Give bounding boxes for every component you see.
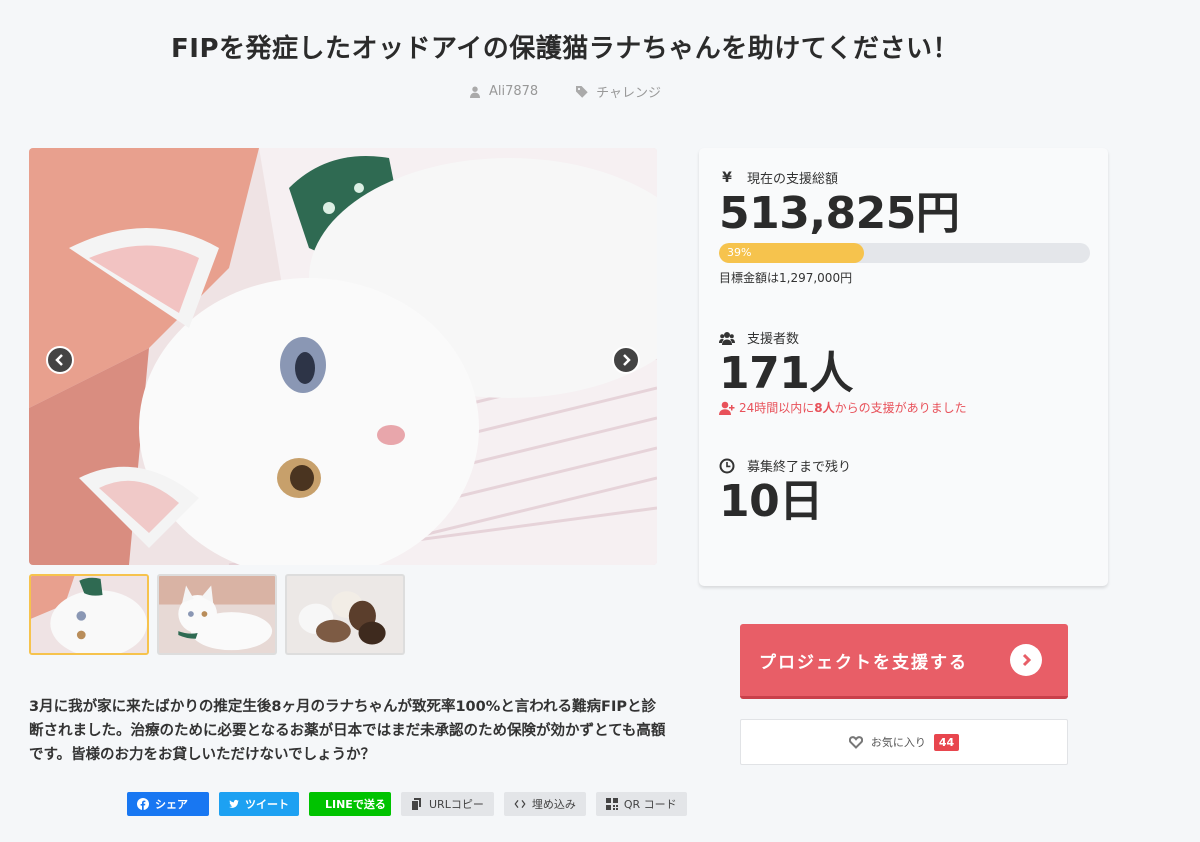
next-photo-button[interactable] [612, 346, 640, 374]
qr-code-button[interactable]: QR コード [595, 792, 687, 816]
supporters-label: 支援者数 [747, 332, 800, 347]
twitter-share-button[interactable]: ツイート [219, 792, 299, 816]
remaining-label: 募集終了まで残り [747, 460, 852, 475]
facebook-share-button[interactable]: シェア [127, 792, 209, 816]
chevron-left-icon [55, 354, 63, 366]
thumbnail-1[interactable] [29, 574, 149, 655]
project-meta: Ali7878 チャレンジ [0, 82, 1130, 101]
clock-icon [719, 458, 735, 473]
code-icon [514, 800, 526, 808]
line-share-label: LINEで送る [325, 798, 386, 811]
funding-progress-fill: 39% [719, 243, 864, 263]
facebook-share-label: シェア [155, 798, 188, 811]
twitter-share-label: ツイート [245, 798, 289, 811]
user-plus-icon [719, 401, 735, 415]
embed-label: 埋め込み [531, 798, 576, 811]
heart-icon [848, 736, 863, 749]
favorite-button[interactable]: お気に入り 44 [740, 719, 1068, 765]
project-summary: 3月に我が家に来たばかりの推定生後8ヶ月のラナちゃんが致死率100%と言われる難… [29, 699, 666, 763]
support-project-label: プロジェクトを支援する [759, 652, 968, 673]
category-link[interactable]: チャレンジ [576, 82, 661, 101]
category-name: チャレンジ [596, 86, 662, 101]
remaining-label-row: 募集終了まで残り [719, 456, 1088, 475]
goal-amount: 目標金額は1,297,000円 [719, 271, 853, 285]
recent-prefix: 24時間以内に [739, 401, 815, 415]
embed-button[interactable]: 埋め込み [503, 792, 586, 816]
supporters-value: 171人 [719, 348, 853, 399]
chevron-right-circle-icon [1010, 644, 1042, 676]
funding-stats-card: ¥ 現在の支援総額 513,825円 39% 目標金額は1,297,000円 支… [699, 148, 1108, 586]
tag-icon [576, 85, 588, 98]
users-icon [719, 331, 735, 345]
qr-code-label: QR コード [623, 798, 677, 811]
url-copy-label: URLコピー [429, 798, 484, 811]
share-buttons: シェア ツイート LINEで送る URLコピー 埋め込み QR コード [127, 792, 687, 816]
author-name: Ali7878 [488, 84, 539, 99]
funding-progress-bar: 39% [719, 243, 1090, 263]
user-icon [469, 86, 480, 98]
cat-photo-thumb-1 [31, 576, 147, 653]
favorite-label: お気に入り [870, 736, 926, 749]
facebook-icon [137, 798, 149, 810]
chevron-right-icon [623, 354, 631, 366]
url-copy-button[interactable]: URLコピー [401, 792, 494, 816]
amount-label: 現在の支援総額 [747, 172, 839, 187]
qr-code-icon [605, 798, 618, 810]
cat-photo-main [29, 148, 657, 565]
main-photo [29, 148, 657, 565]
copy-icon [412, 798, 421, 810]
thumbnail-3[interactable] [285, 574, 405, 655]
thumbnail-2[interactable] [157, 574, 277, 655]
twitter-icon [229, 799, 239, 808]
cat-photo-thumb-2 [159, 576, 275, 653]
recent-count: 8人 [814, 401, 835, 415]
line-share-button[interactable]: LINEで送る [309, 792, 391, 816]
amount-value: 513,825円 [719, 188, 960, 239]
supporters-label-row: 支援者数 [719, 328, 1088, 347]
yen-icon: ¥ [722, 169, 732, 186]
previous-photo-button[interactable] [46, 346, 74, 374]
recent-suffix: からの支援がありました [834, 401, 967, 415]
recent-supporters-note: 24時間以内に8人からの支援がありました [719, 399, 1088, 416]
favorite-count-badge: 44 [933, 733, 960, 751]
amount-label-row: ¥ 現在の支援総額 [719, 168, 1088, 188]
author-link[interactable]: Ali7878 [469, 82, 538, 101]
support-project-button[interactable]: プロジェクトを支援する [740, 624, 1068, 699]
remaining-value: 10日 [719, 476, 823, 527]
page-title: FIPを発症したオッドアイの保護猫ラナちゃんを助けてください！ [171, 34, 959, 64]
cat-photo-thumb-3 [287, 576, 403, 653]
thumbnail-strip [29, 574, 405, 655]
